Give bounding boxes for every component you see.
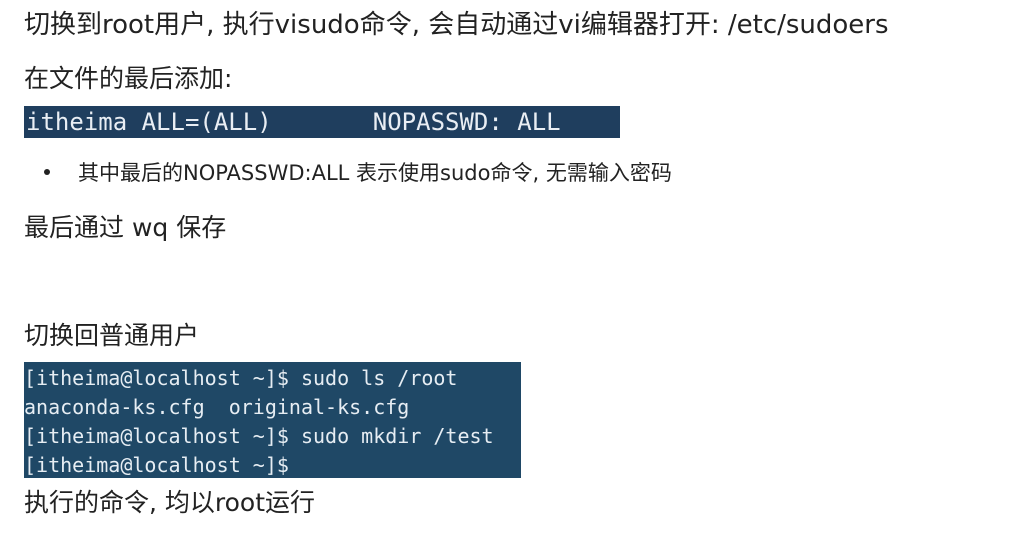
heading-switch-user: 切换回普通用户 [24, 321, 200, 350]
terminal-output: [itheima@localhost ~]$ sudo ls /root ana… [24, 362, 521, 478]
terminal-line: [itheima@localhost ~]$ sudo mkdir /test [24, 424, 494, 448]
footer-note: 执行的命令, 均以root运行 [24, 488, 316, 517]
terminal-line: anaconda-ks.cfg original-ks.cfg [24, 395, 410, 419]
bullet-note-text: 其中最后的NOPASSWD:ALL 表示使用sudo命令, 无需输入密码 [78, 161, 672, 185]
terminal-line: [itheima@localhost ~]$ sudo ls /root [24, 366, 458, 390]
terminal-line: [itheima@localhost ~]$ [24, 453, 289, 477]
bullet-dot-icon [44, 169, 50, 175]
save-note: 最后通过 wq 保存 [24, 213, 227, 242]
sudoers-config-line: itheima ALL=(ALL) NOPASSWD: ALL [24, 106, 620, 138]
heading-switch-root: 切换到root用户, 执行visudo命令, 会自动通过vi编辑器打开: /et… [24, 10, 889, 40]
heading-append: 在文件的最后添加: [24, 64, 233, 93]
bullet-note-row: 其中最后的NOPASSWD:ALL 表示使用sudo命令, 无需输入密码 [44, 163, 672, 184]
